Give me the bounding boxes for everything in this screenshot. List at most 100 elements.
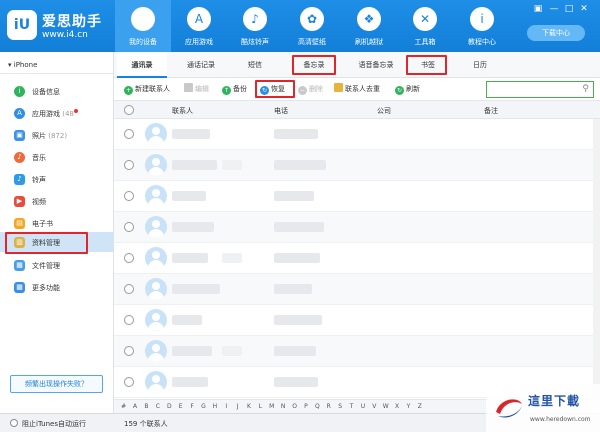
sidebar-item-ringtones[interactable]: ♪ 铃声 — [0, 169, 113, 189]
maximize-icon[interactable]: □ — [563, 3, 575, 15]
close-icon[interactable]: ✕ — [578, 3, 590, 15]
app-url: www.i4.cn — [42, 30, 88, 40]
alphabet-letter[interactable]: Z — [414, 400, 425, 413]
table-row[interactable] — [114, 150, 600, 181]
new-contact-button[interactable]: + 新建联系人 — [124, 82, 170, 96]
alphabet-letter[interactable]: K — [243, 400, 254, 413]
sidebar-item-label: 铃声 — [32, 176, 46, 184]
alphabet-letter[interactable]: W — [380, 400, 391, 413]
refresh-button[interactable]: ↻ 刷新 — [395, 82, 420, 96]
photo-icon: ▣ — [14, 130, 25, 141]
alphabet-letter[interactable]: M — [266, 400, 277, 413]
watermark-title: 這里下載 — [528, 394, 581, 408]
alphabet-letter[interactable]: O — [289, 400, 300, 413]
sidebar-item-device-info[interactable]: i 设备信息 — [0, 81, 113, 101]
download-center-button[interactable]: 下载中心 — [527, 25, 585, 41]
table-row[interactable] — [114, 305, 600, 336]
tab-bookmarks[interactable]: 书签 — [408, 52, 448, 78]
tab-sms[interactable]: 短信 — [235, 52, 275, 78]
column-contact[interactable]: 联系人 — [172, 106, 193, 116]
select-all-radio[interactable] — [124, 105, 134, 115]
alphabet-letter[interactable]: B — [141, 400, 152, 413]
alphabet-letter[interactable]: T — [346, 400, 357, 413]
alphabet-letter[interactable]: # — [118, 400, 129, 413]
contact-name-redacted — [172, 191, 206, 201]
sidebar-item-music[interactable]: ♪ 音乐 — [0, 147, 113, 167]
tab-contacts[interactable]: 通讯录 — [117, 52, 167, 78]
nav-wallpapers[interactable]: ✿ 高清壁纸 — [284, 0, 340, 52]
sidebar-item-count: (872) — [48, 132, 68, 140]
nav-toolbox[interactable]: ✕ 工具箱 — [397, 0, 453, 52]
sidebar-item-label: 视频 — [32, 198, 46, 206]
alphabet-letter[interactable]: S — [334, 400, 345, 413]
alphabet-letter[interactable]: A — [129, 400, 140, 413]
tab-voice-memos[interactable]: 语音备忘录 — [342, 52, 410, 78]
device-selector[interactable]: ▾ iPhone — [0, 56, 113, 74]
alphabet-letter[interactable]: H — [209, 400, 220, 413]
nav-apps-games[interactable]: A 应用游戏 — [171, 0, 227, 52]
nav-ringtones[interactable]: ♪ 酷炫铃声 — [227, 0, 283, 52]
block-itunes-toggle[interactable]: 阻止iTunes自动运行 — [10, 419, 86, 429]
table-row[interactable] — [114, 243, 600, 274]
edit-button[interactable]: 编辑 — [184, 82, 209, 96]
avatar-icon — [145, 247, 167, 269]
dedupe-contacts-button[interactable]: 联系人去重 — [334, 82, 380, 96]
sidebar-item-photos[interactable]: ▣ 照片 (872) — [0, 125, 113, 145]
alphabet-letter[interactable]: G — [198, 400, 209, 413]
alphabet-letter[interactable]: J — [232, 400, 243, 413]
sidebar-item-data-management[interactable]: ▥ 资料管理 — [0, 232, 113, 252]
alphabet-letter[interactable]: F — [186, 400, 197, 413]
row-select-radio[interactable] — [124, 222, 134, 232]
tab-calendar[interactable]: 日历 — [460, 52, 500, 78]
row-select-radio[interactable] — [124, 160, 134, 170]
sidebar-item-ebooks[interactable]: ▤ 电子书 — [0, 213, 113, 233]
delete-button[interactable]: − 删除 — [298, 82, 323, 96]
table-row[interactable] — [114, 336, 600, 367]
table-row[interactable] — [114, 212, 600, 243]
alphabet-letter[interactable]: P — [300, 400, 311, 413]
alphabet-letter[interactable]: Y — [403, 400, 414, 413]
table-row[interactable] — [114, 181, 600, 212]
row-select-radio[interactable] — [124, 346, 134, 356]
alphabet-letter[interactable]: D — [164, 400, 175, 413]
minimize-icon[interactable]: — — [548, 3, 560, 15]
row-select-radio[interactable] — [124, 253, 134, 263]
sidebar-item-video[interactable]: ▶ 视频 — [0, 191, 113, 211]
alphabet-letter[interactable]: R — [323, 400, 334, 413]
alphabet-letter[interactable]: Q — [312, 400, 323, 413]
table-row[interactable] — [114, 274, 600, 305]
row-select-radio[interactable] — [124, 315, 134, 325]
column-company[interactable]: 公司 — [377, 106, 391, 116]
alphabet-letter[interactable]: I — [221, 400, 232, 413]
tab-call-log[interactable]: 通话记录 — [173, 52, 229, 78]
table-row[interactable] — [114, 119, 600, 150]
window-icon[interactable]: ▣ — [532, 3, 544, 15]
alphabet-letter[interactable]: N — [277, 400, 288, 413]
nav-flash-jailbreak[interactable]: ❖ 刷机越狱 — [341, 0, 397, 52]
row-select-radio[interactable] — [124, 284, 134, 294]
sidebar-item-apps[interactable]: A 应用游戏 (48 — [0, 103, 113, 123]
alphabet-letter[interactable]: L — [255, 400, 266, 413]
vertical-scrollbar[interactable] — [593, 119, 600, 399]
alphabet-letter[interactable]: U — [357, 400, 368, 413]
row-select-radio[interactable] — [124, 191, 134, 201]
nav-tutorials[interactable]: i 教程中心 — [454, 0, 510, 52]
restore-button[interactable]: ↻ 恢复 — [260, 82, 285, 96]
alphabet-letter[interactable]: V — [369, 400, 380, 413]
sidebar-item-more[interactable]: ▦ 更多功能 — [0, 277, 113, 297]
row-select-radio[interactable] — [124, 377, 134, 387]
column-notes[interactable]: 备注 — [484, 106, 498, 116]
contact-name-redacted — [172, 160, 217, 170]
feedback-button[interactable]: 频繁出现操作失败？ — [10, 375, 103, 393]
row-select-radio[interactable] — [124, 129, 134, 139]
radio-icon — [10, 419, 18, 427]
alphabet-letter[interactable]: C — [152, 400, 163, 413]
tab-notes[interactable]: 备忘录 — [292, 52, 336, 78]
alphabet-letter[interactable]: X — [391, 400, 402, 413]
backup-button[interactable]: ↑ 备份 — [222, 82, 247, 96]
nav-my-device[interactable]: 我的设备 — [115, 0, 171, 52]
sidebar-item-file-management[interactable]: ▦ 文件管理 — [0, 255, 113, 275]
alphabet-letter[interactable]: E — [175, 400, 186, 413]
search-input[interactable]: ⚲ — [486, 81, 594, 98]
column-phone[interactable]: 电话 — [274, 106, 288, 116]
